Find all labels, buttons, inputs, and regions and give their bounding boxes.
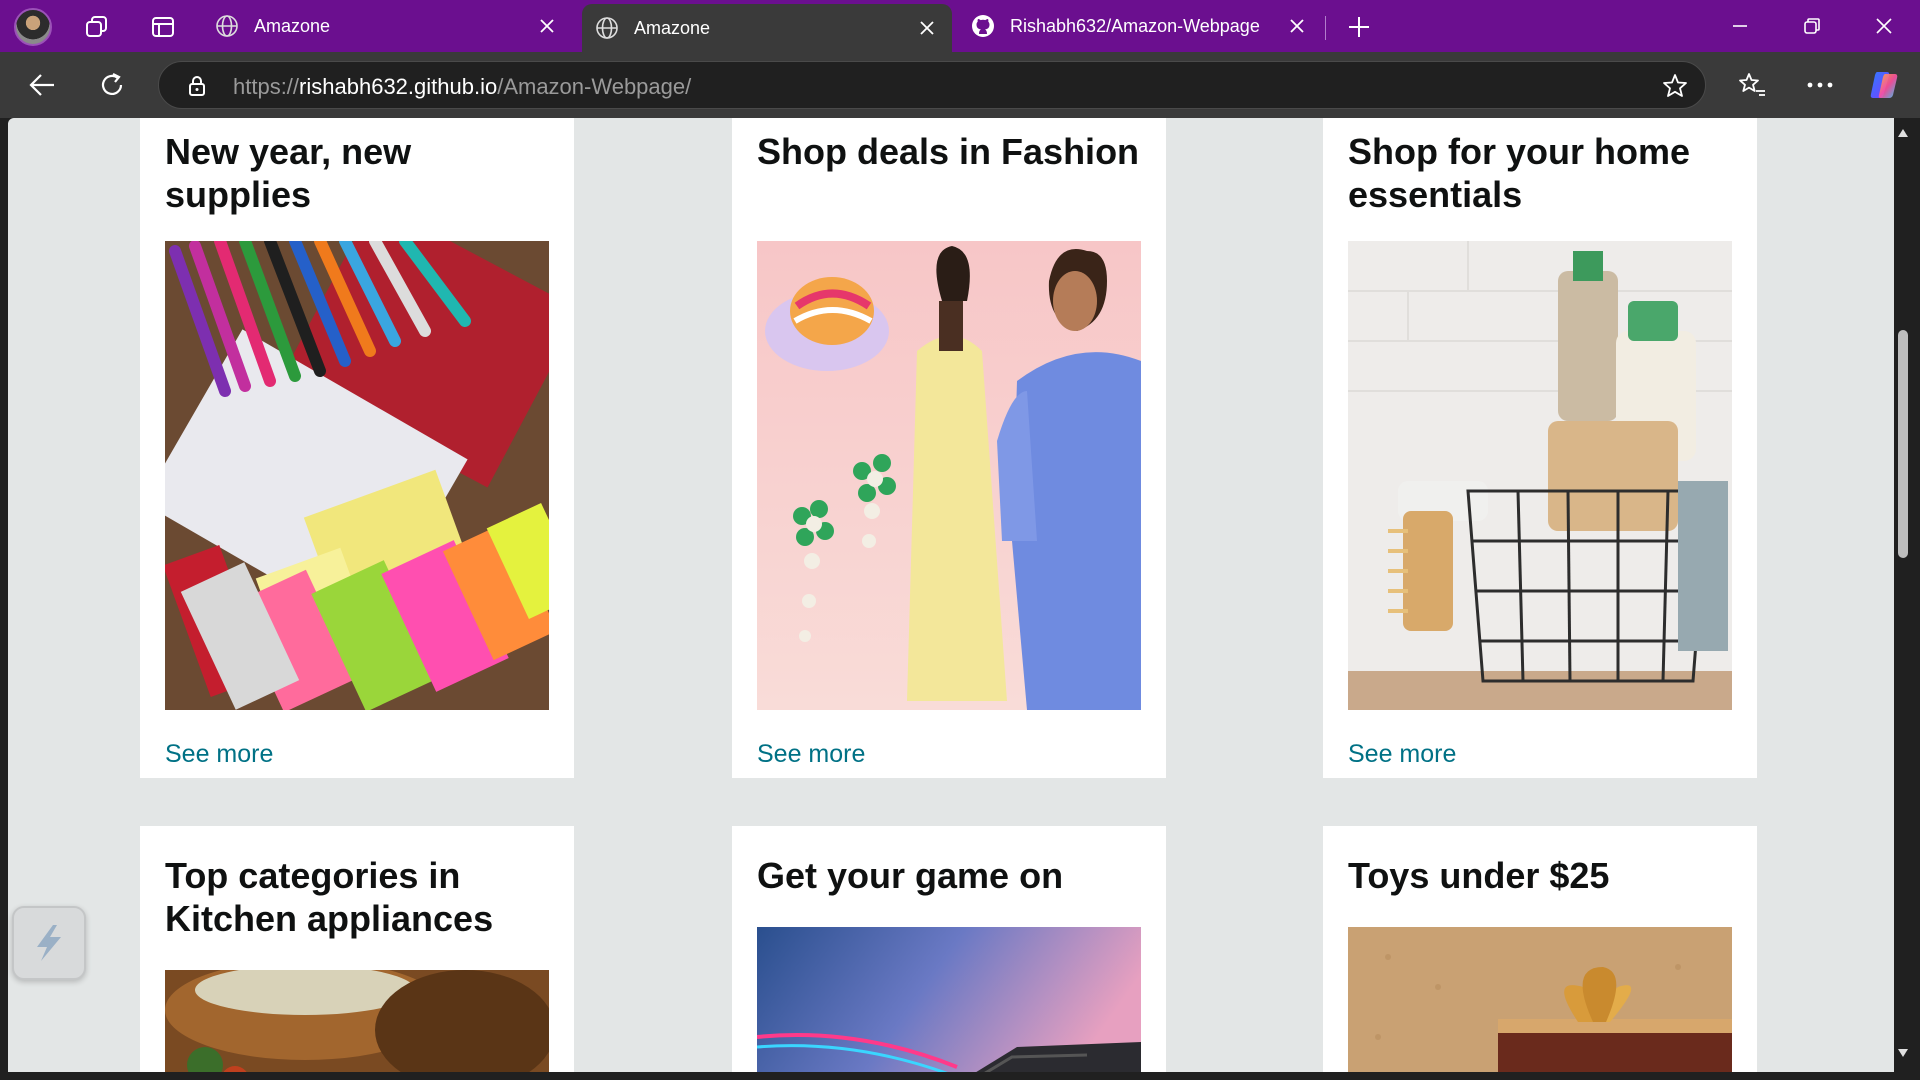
card-title: Toys under $25 [1348, 855, 1610, 896]
restore-icon[interactable] [1784, 6, 1840, 46]
tab-2-active[interactable]: Amazone [582, 4, 952, 52]
fashion-image[interactable] [757, 241, 1141, 710]
tab-title: Rishabh632/Amazon-Webpage [1010, 15, 1260, 36]
address-bar[interactable]: https://rishabh632.github.io/Amazon-Webp… [158, 61, 1706, 109]
url-host: rishabh632.github.io [299, 74, 498, 99]
home-essentials-image[interactable] [1348, 241, 1732, 710]
copilot-icon[interactable] [1864, 65, 1904, 105]
url-path: /Amazon-Webpage/ [497, 74, 692, 99]
toys-gift-image[interactable] [1348, 927, 1732, 1072]
new-tab-icon[interactable] [1342, 10, 1376, 44]
card-kitchen-appliances: Top categories in Kitchen appliances [140, 826, 574, 1072]
close-icon[interactable] [534, 13, 560, 39]
page-content: New year, new supplies See more Shop dea… [8, 118, 1894, 1072]
tab-actions-icon[interactable] [146, 10, 180, 44]
card-home-essentials: Shop for your home essentials See more [1323, 118, 1757, 778]
card-new-year-supplies: New year, new supplies See more [140, 118, 574, 778]
url-text[interactable]: https://rishabh632.github.io/Amazon-Webp… [233, 74, 691, 100]
card-title: Top categories in Kitchen appliances [165, 855, 494, 939]
lock-icon[interactable] [185, 74, 209, 98]
favorites-list-icon[interactable] [1732, 65, 1772, 105]
minimize-icon[interactable] [1712, 6, 1768, 46]
tab-title: Amazone [254, 15, 331, 36]
profile-avatar[interactable] [14, 8, 52, 46]
close-window-icon[interactable] [1856, 6, 1912, 46]
gaming-image[interactable] [757, 927, 1141, 1072]
scroll-down-arrow-icon[interactable] [1896, 1046, 1910, 1060]
favorite-star-icon[interactable] [1661, 72, 1689, 100]
tab-1[interactable]: Amazone [202, 6, 572, 46]
kitchen-image[interactable] [165, 970, 549, 1072]
back-arrow-icon[interactable] [22, 65, 62, 105]
see-more-link[interactable]: See more [1348, 740, 1456, 769]
vertical-scrollbar[interactable] [1894, 118, 1920, 1072]
url-scheme: https:// [233, 74, 300, 99]
more-menu-icon[interactable] [1800, 65, 1840, 105]
close-icon[interactable] [1284, 13, 1310, 39]
scroll-up-arrow-icon[interactable] [1896, 126, 1910, 140]
card-toys: Toys under $25 [1323, 826, 1757, 1072]
card-title: New year, new supplies [165, 131, 412, 215]
card-title: Get your game on [757, 855, 1064, 896]
card-title: Shop for your home essentials [1348, 131, 1690, 215]
close-icon[interactable] [914, 15, 940, 41]
refresh-icon[interactable] [92, 65, 132, 105]
card-gaming: Get your game on [732, 826, 1166, 1072]
lightning-app-icon [37, 925, 61, 961]
tab-3[interactable]: Rishabh632/Amazon-Webpage [958, 6, 1322, 46]
tab-strip: Amazone Amazone Rishabh632/Amazon-Webpag… [0, 0, 1920, 52]
card-title: Shop deals in Fashion [757, 131, 1140, 172]
school-supplies-image[interactable] [165, 241, 549, 710]
globe-icon [594, 15, 620, 41]
github-icon [970, 13, 996, 39]
globe-icon [214, 13, 240, 39]
tab-separator [1325, 16, 1326, 40]
tab-title: Amazone [634, 17, 711, 38]
browser-toolbar: https://rishabh632.github.io/Amazon-Webp… [0, 52, 1920, 118]
workspaces-icon[interactable] [80, 10, 114, 44]
scrollbar-thumb[interactable] [1898, 330, 1908, 558]
see-more-link[interactable]: See more [757, 740, 865, 769]
card-fashion-deals: Shop deals in Fashion See more [732, 118, 1166, 778]
see-more-link[interactable]: See more [165, 740, 273, 769]
floating-extension-widget[interactable] [12, 906, 86, 980]
